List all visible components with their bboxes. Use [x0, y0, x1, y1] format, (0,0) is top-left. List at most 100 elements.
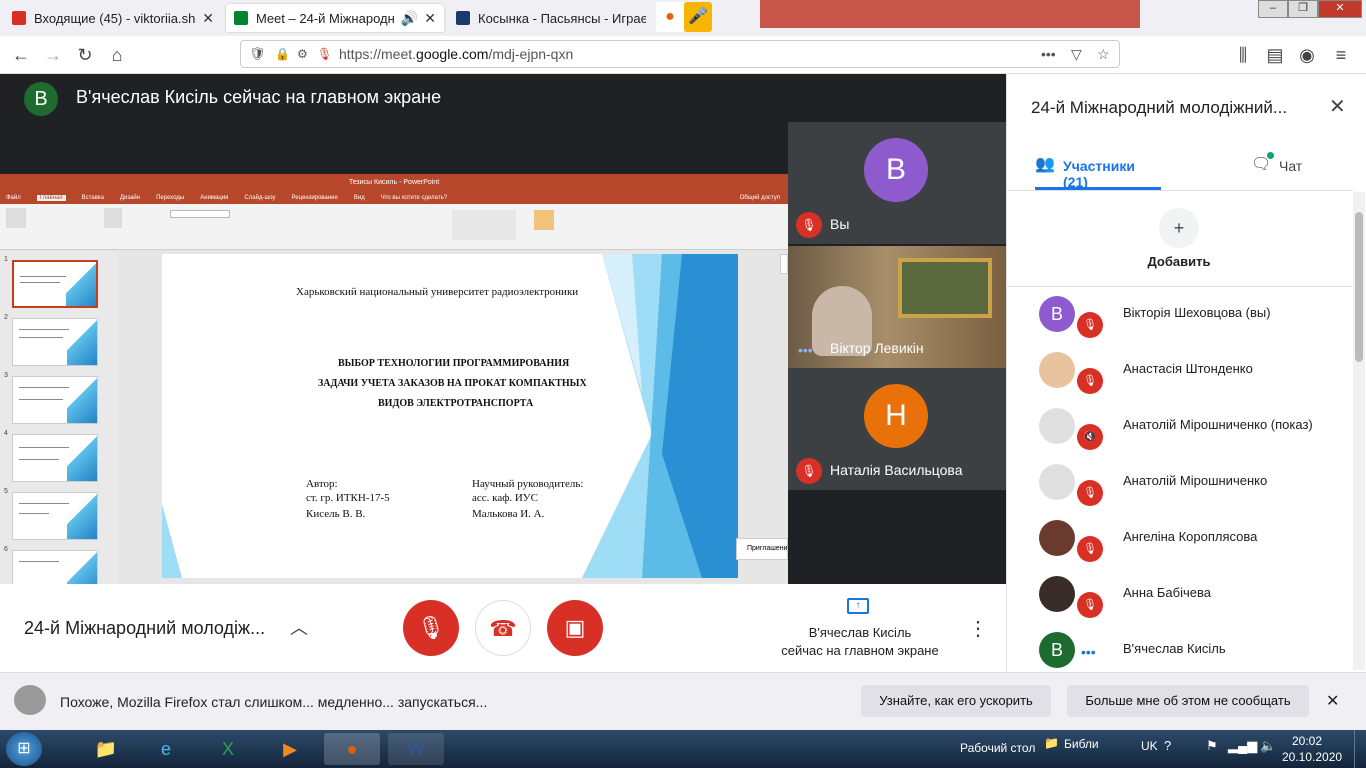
library-icon[interactable]: ⫼ [1232, 44, 1254, 66]
close-window-button[interactable]: ✕ [1318, 0, 1362, 18]
slide-thumbnail[interactable] [12, 318, 98, 366]
participant-row[interactable]: 🎙 Анастасія Штонденко [1035, 342, 1345, 398]
mic-off-icon[interactable]: 🎙 [1077, 536, 1103, 562]
close-icon[interactable]: ✕ [1326, 691, 1339, 711]
tab-gmail[interactable]: Входящие (45) - viktoriia.shekh ✕ [4, 4, 222, 32]
account-icon[interactable]: ◉ [1296, 44, 1318, 66]
sidebar-icon[interactable]: ▤ [1264, 44, 1286, 66]
minimize-button[interactable]: – [1258, 0, 1288, 18]
star-icon[interactable]: ☆ [1097, 41, 1110, 67]
ppt-menu-item[interactable]: Рецензирование [292, 195, 338, 201]
presenting-status[interactable]: В'ячеслав Кисіль сейчас на главном экран… [760, 624, 960, 660]
ppt-menu-item[interactable]: Слайд-шоу [244, 195, 275, 201]
close-icon[interactable]: ✕ [1329, 94, 1346, 119]
forward-icon[interactable]: → [42, 44, 64, 66]
firefox-icon[interactable]: ● [324, 733, 380, 765]
ppt-menu-item[interactable]: Файл [6, 195, 21, 201]
participant-row[interactable]: 🔇 Анатолій Мірошниченко (показ) [1035, 398, 1345, 454]
panel-scrollbar[interactable] [1353, 192, 1365, 670]
participant-row[interactable]: В 🎙 Вікторія Шеховцова (вы) [1035, 286, 1345, 342]
close-icon[interactable]: ✕ [202, 10, 214, 27]
add-people-button[interactable]: Добавить [1139, 254, 1219, 269]
more-options-icon[interactable]: ⋮ [968, 616, 988, 641]
clock[interactable]: 20:02 20.10.2020 [1282, 733, 1342, 765]
slide-thumbnail[interactable] [12, 376, 98, 424]
ppt-menu-item[interactable]: Вставка [82, 195, 104, 201]
ppt-menu-item[interactable]: Вид [354, 195, 365, 201]
microphone-icon[interactable]: 🎤 [684, 2, 712, 32]
microphone-icon[interactable]: 🎙 [317, 41, 332, 67]
paste-icon[interactable] [6, 208, 26, 228]
participant-row[interactable]: 🎙 Ангеліна Короплясова [1035, 510, 1345, 566]
mic-off-icon[interactable]: 🎙 [1077, 480, 1103, 506]
flag-icon[interactable]: ⚑ [1206, 738, 1218, 754]
tab-chat[interactable]: 🗨 Чат [1251, 150, 1331, 190]
mic-off-icon[interactable]: 🎙 [1077, 592, 1103, 618]
speaker-icon[interactable]: 🔊 [401, 10, 418, 27]
learn-more-button[interactable]: Узнайте, как его ускорить [861, 685, 1051, 717]
home-icon[interactable]: ⌂ [106, 44, 128, 66]
url-bar[interactable]: 🛡 🔒 ⚙ 🎙 https://meet.google.com/mdj-ejpn… [240, 40, 1120, 68]
participant-row[interactable]: 🎙 Анна Бабічева [1035, 566, 1345, 622]
slide-thumbnail[interactable] [12, 550, 98, 584]
participant-row[interactable]: 🎙 Анатолій Мірошниченко [1035, 454, 1345, 510]
arrange-icon[interactable] [534, 210, 554, 230]
show-desktop-button[interactable] [1354, 730, 1366, 768]
help-icon[interactable]: ? [1164, 738, 1171, 753]
maximize-button[interactable]: ❐ [1288, 0, 1318, 18]
ppt-share-button[interactable]: Общий доступ [740, 195, 780, 201]
back-icon[interactable]: ← [10, 44, 32, 66]
desktop-toolbar-label[interactable]: Рабочий стол [960, 741, 1035, 755]
mic-toggle-button[interactable]: 🎙 [403, 600, 459, 656]
network-icon[interactable]: ▂▄▆ [1228, 738, 1257, 754]
participant-row[interactable]: В ••• В'ячеслав Кисіль [1035, 622, 1345, 678]
chevron-up-icon[interactable]: ︿ [290, 614, 308, 640]
add-person-icon[interactable]: + [1159, 208, 1199, 248]
meeting-title[interactable]: 24-й Міжнародний молодіж... [24, 618, 265, 639]
mic-off-icon[interactable]: 🎙 [1077, 312, 1103, 338]
pocket-icon[interactable]: ▽ [1071, 41, 1082, 67]
slide-thumbnail[interactable] [12, 260, 98, 308]
tab-participants[interactable]: 👥 Участники (21) [1035, 150, 1161, 190]
participant-tile-video[interactable]: ••• Віктор Левикін [788, 246, 1006, 368]
shield-icon[interactable]: 🛡 [249, 41, 266, 67]
media-player-icon[interactable]: ▶ [262, 733, 318, 765]
word-icon[interactable]: W [388, 733, 444, 765]
close-icon[interactable]: ✕ [424, 10, 436, 27]
ppt-scrollbar[interactable] [780, 254, 788, 274]
dont-show-again-button[interactable]: Больше мне об этом не сообщать [1067, 685, 1309, 717]
permissions-icon[interactable]: ⚙ [297, 41, 308, 67]
language-indicator[interactable]: UK [1141, 739, 1158, 753]
menu-icon[interactable]: ≡ [1330, 44, 1352, 66]
ppt-menu-item[interactable]: Дизайн [120, 195, 140, 201]
slide-thumbnail[interactable] [12, 434, 98, 482]
ppt-menu-item[interactable]: Что вы хотите сделать? [381, 195, 447, 201]
shapes-gallery[interactable] [452, 210, 516, 240]
new-slide-icon[interactable] [104, 208, 122, 228]
tab-solitaire[interactable]: Косынка - Пасьянсы - Играем [448, 4, 654, 32]
ppt-menu-item[interactable]: Анимация [200, 195, 228, 201]
slide-thumbnail[interactable] [12, 492, 98, 540]
volume-icon[interactable]: 🔈 [1260, 738, 1276, 754]
speaker-muted-icon[interactable]: 🔇 [1077, 424, 1103, 450]
font-select[interactable] [170, 210, 230, 218]
excel-icon[interactable]: X [200, 733, 256, 765]
firefox-icon[interactable]: ● [656, 2, 684, 32]
ppt-menu-item[interactable]: Переходы [156, 195, 184, 201]
internet-explorer-icon[interactable]: e [138, 733, 194, 765]
start-button[interactable]: ⊞ [6, 732, 42, 766]
mic-off-icon[interactable]: 🎙 [1077, 368, 1103, 394]
present-screen-icon[interactable]: ↑ [847, 598, 869, 614]
leave-call-button[interactable]: ☎ [475, 600, 531, 656]
camera-toggle-button[interactable]: ▣ [547, 600, 603, 656]
lock-icon[interactable]: 🔒 [275, 41, 290, 67]
more-icon[interactable]: ••• [1041, 41, 1056, 67]
scrollbar-thumb[interactable] [1355, 212, 1363, 362]
tab-meet[interactable]: Meet – 24-й Міжнародний 🔊 ✕ [226, 4, 444, 32]
reload-icon[interactable]: ↻ [74, 44, 96, 66]
participant-tile-self[interactable]: В 🎙 Вы [788, 122, 1006, 244]
library-toolbar-label[interactable]: Библи [1064, 737, 1099, 751]
ppt-menu-item[interactable]: Главная [36, 195, 66, 201]
file-explorer-icon[interactable]: 📁 [78, 733, 134, 765]
participant-tile[interactable]: Н 🎙 Наталія Васильцова [788, 368, 1006, 490]
